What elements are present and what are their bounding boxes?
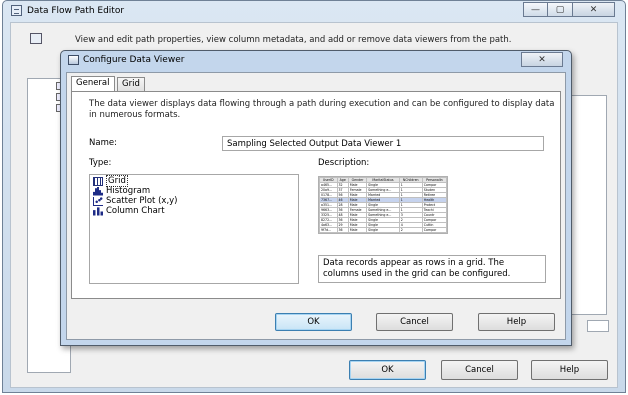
outer-header-text: View and edit path properties, view colu…	[75, 35, 512, 45]
dialog-body: General Grid The data viewer displays da…	[66, 72, 566, 340]
minimize-button[interactable]: —	[523, 2, 548, 17]
preview-row: 9f7d... 36 Male Single 2 Compor	[319, 227, 447, 233]
preview-cell: 9f7d...	[319, 227, 338, 233]
close-button[interactable]: ✕	[573, 2, 615, 17]
data-viewers-panel[interactable]	[571, 95, 607, 315]
configure-data-viewer-dialog: Configure Data Viewer ✕ General Grid The…	[60, 50, 572, 346]
column-chart-icon	[93, 207, 103, 216]
window-app-icon	[11, 5, 22, 16]
type-item-scatter-plot[interactable]: Scatter Plot (x,y)	[93, 196, 297, 206]
dialog-title: Configure Data Viewer	[83, 55, 185, 65]
preview-cell: 36	[336, 227, 349, 233]
type-item-grid[interactable]: Grid	[93, 175, 297, 187]
type-label: Type:	[89, 158, 112, 168]
name-label: Name:	[89, 138, 117, 148]
description-text: Data records appear as rows in a grid. T…	[318, 255, 546, 283]
intro-text: The data viewer displays data flowing th…	[89, 99, 555, 120]
grid-preview-image: UserID Age Gender MaritalStatus NChildren Per…	[318, 176, 448, 234]
side-field[interactable]	[587, 320, 609, 332]
type-item-label: Column Chart	[106, 206, 165, 216]
description-label: Description:	[318, 158, 370, 168]
preview-row: 9663... 36 Female Something e... 1 Teachi	[319, 207, 447, 213]
preview-row: 3325... 48 Male Something e... 3 Countr	[319, 212, 447, 218]
outer-ok-button[interactable]: OK	[349, 360, 426, 380]
type-list[interactable]: Grid Histogram Scatter Plot (x,y) Column…	[89, 174, 299, 284]
type-item-label: Histogram	[106, 186, 151, 196]
dialog-cancel-button[interactable]: Cancel	[376, 313, 453, 331]
preview-row: 20a9... 37 Female Something e... 1 Studen	[319, 187, 447, 193]
outer-help-button[interactable]: Help	[531, 360, 608, 380]
dialog-help-button[interactable]: Help	[478, 313, 555, 331]
general-tab-page: The data viewer displays data flowing th…	[71, 91, 561, 299]
grid-icon	[93, 176, 103, 186]
dialog-ok-button[interactable]: OK	[275, 313, 352, 331]
type-item-column-chart[interactable]: Column Chart	[93, 206, 297, 216]
path-editor-icon	[30, 33, 42, 44]
type-item-label: Scatter Plot (x,y)	[106, 196, 178, 206]
maximize-button[interactable]: ▢	[548, 2, 573, 17]
dialog-close-button[interactable]: ✕	[521, 52, 563, 67]
outer-title-bar[interactable]: Data Flow Path Editor — ▢ ✕	[3, 1, 625, 21]
type-item-histogram[interactable]: Histogram	[93, 186, 297, 196]
scatter-plot-icon	[93, 196, 103, 206]
outer-window-title: Data Flow Path Editor	[27, 6, 125, 16]
outer-cancel-button[interactable]: Cancel	[441, 360, 518, 380]
preview-cell: Male	[347, 227, 368, 233]
tab-grid[interactable]: Grid	[117, 77, 145, 91]
tab-general[interactable]: General	[71, 76, 115, 91]
name-input[interactable]: Sampling Selected Output Data Viewer 1	[222, 136, 544, 151]
preview-cell: Single	[366, 227, 400, 233]
preview-table: UserID Age Gender MaritalStatus NChildren Per…	[319, 177, 447, 233]
preview-cell: Compor	[421, 227, 447, 233]
dialog-title-icon	[68, 55, 79, 65]
preview-cell: 2	[398, 227, 423, 233]
histogram-icon	[93, 186, 103, 196]
